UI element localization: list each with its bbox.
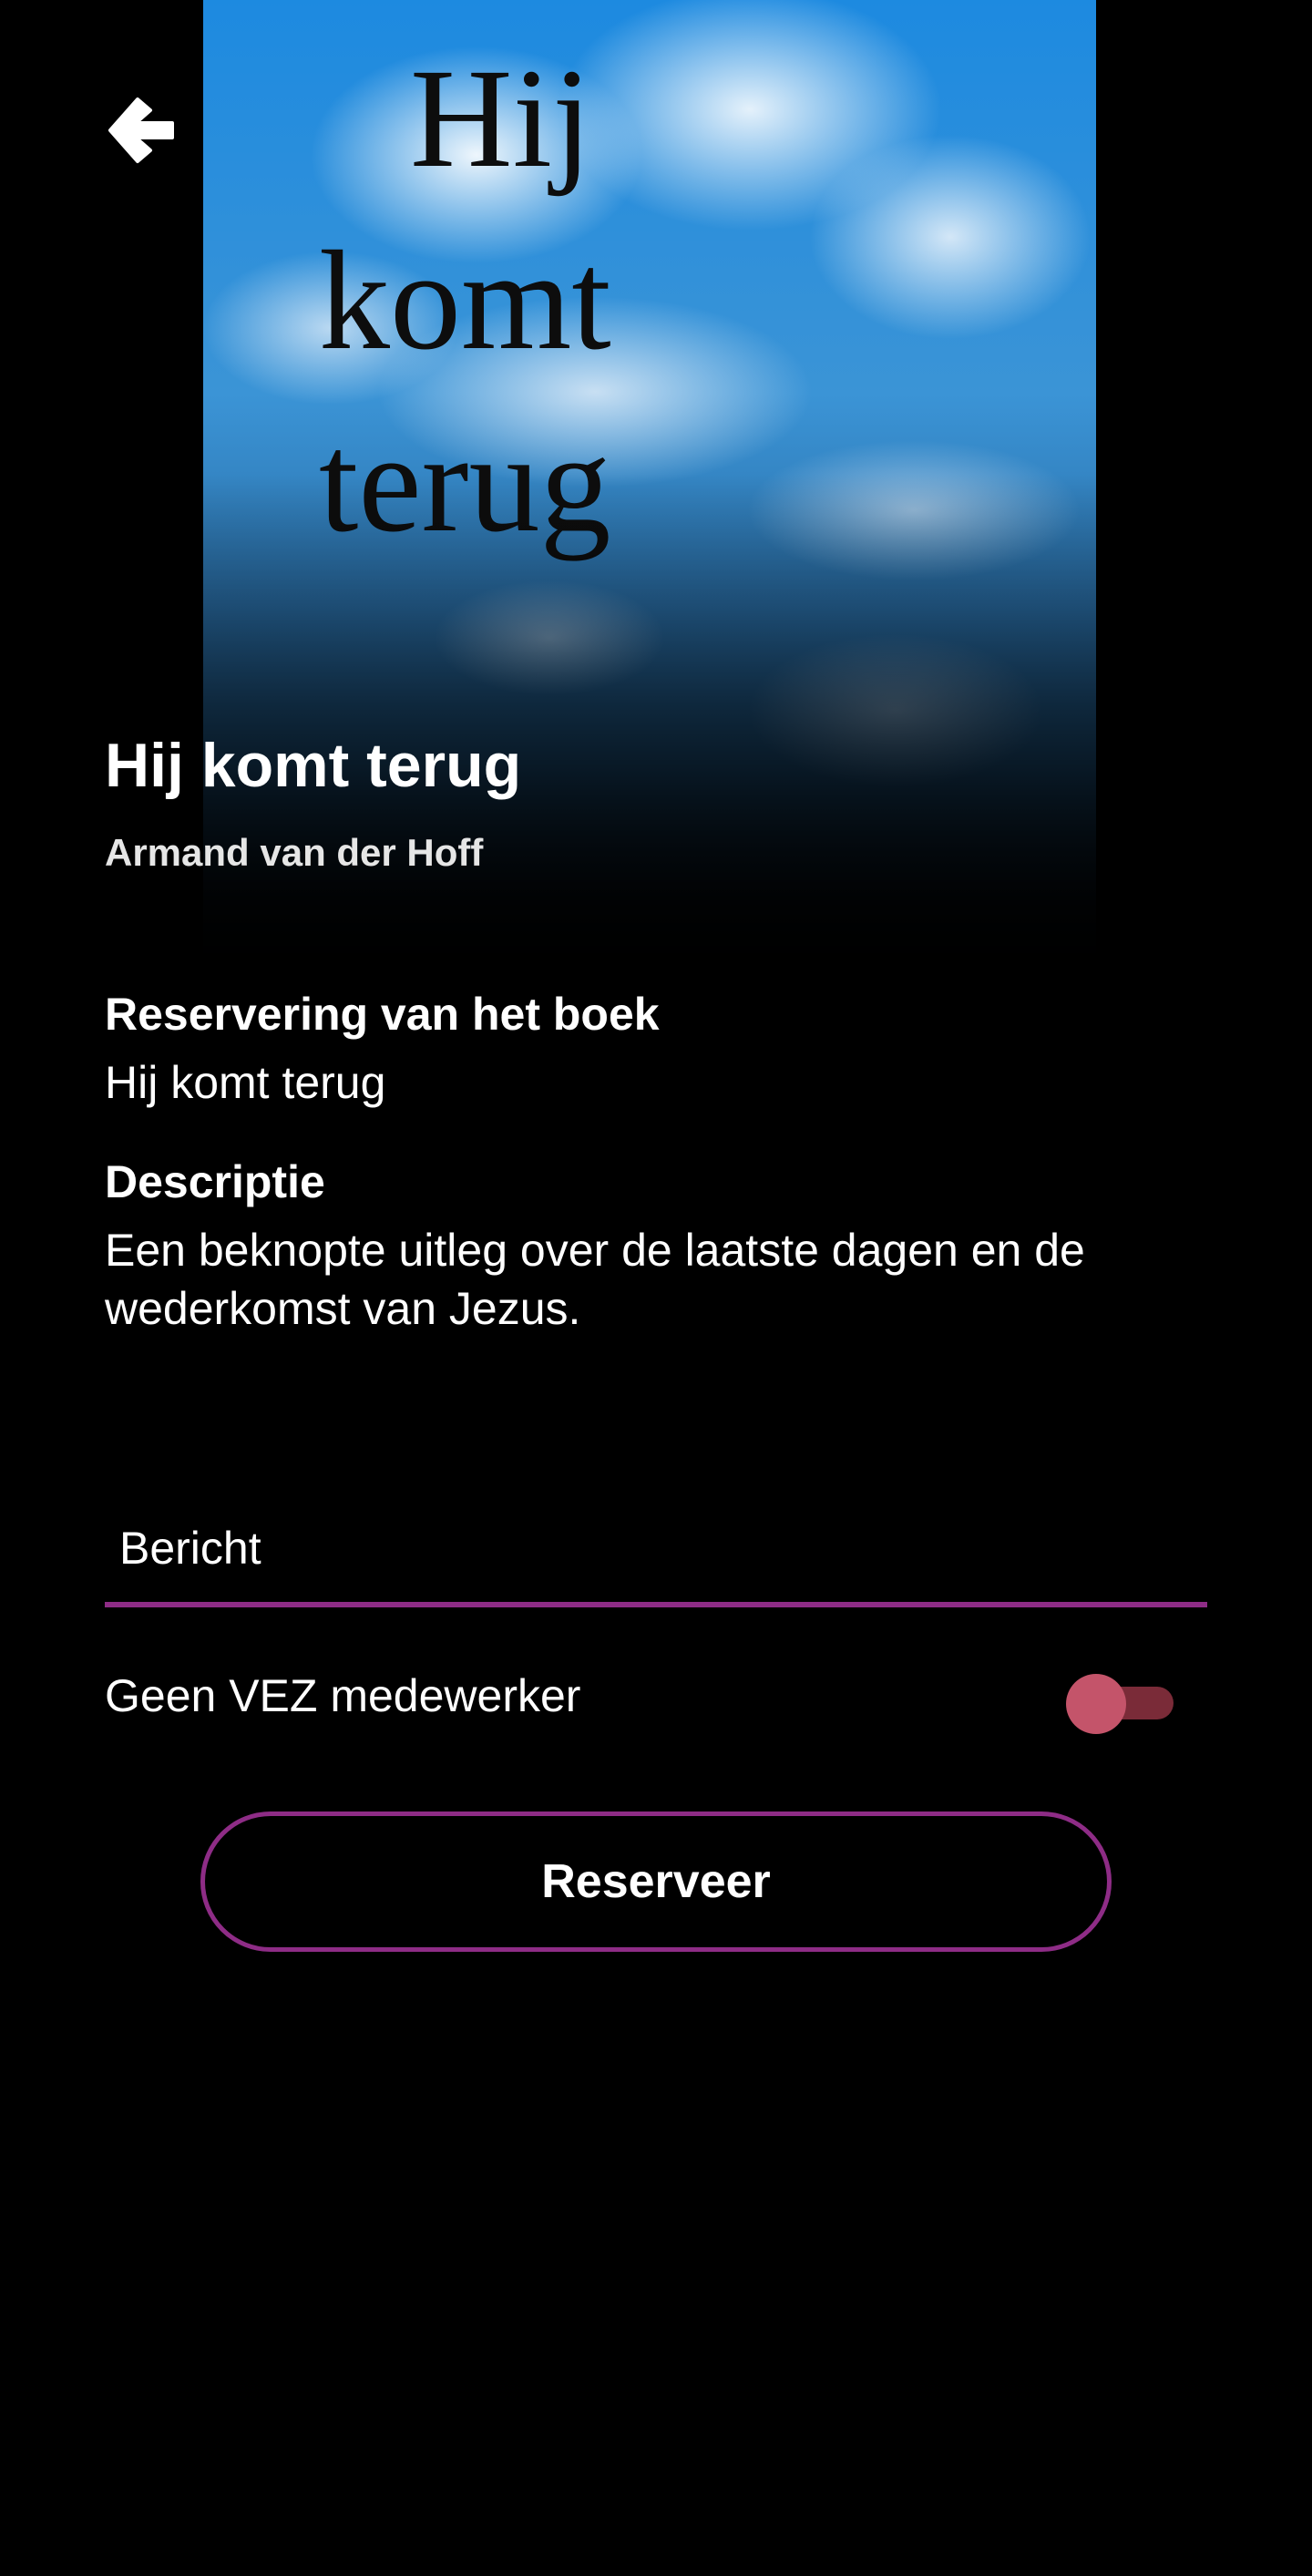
vez-employee-toggle[interactable] — [1066, 1671, 1175, 1735]
reservation-label: Reservering van het boek — [105, 989, 660, 1040]
toggle-label: Geen VEZ medewerker — [105, 1670, 581, 1721]
reservation-value: Hij komt terug — [105, 1057, 386, 1108]
book-title: Hij komt terug — [105, 731, 522, 800]
cover-title-line: Hij — [410, 39, 592, 197]
book-author: Armand van der Hoff — [105, 831, 484, 874]
message-input[interactable] — [105, 1494, 1207, 1602]
back-button[interactable] — [102, 91, 180, 169]
description-label: Descriptie — [105, 1156, 325, 1207]
description-value: Een beknopte uitleg over de laatste dage… — [105, 1225, 1085, 1334]
reserve-button[interactable]: Reserveer — [200, 1811, 1112, 1952]
message-field — [105, 1494, 1207, 1607]
toggle-thumb — [1066, 1674, 1126, 1734]
cover-title-line: komt — [319, 221, 611, 379]
arrow-left-icon — [108, 97, 174, 163]
